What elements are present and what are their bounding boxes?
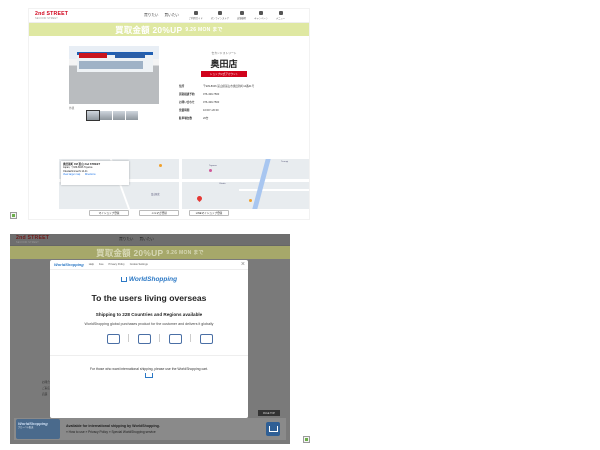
worldshopping-modal: WorldShopping Help Fee Privacy Policy Co… (50, 260, 248, 418)
map-pin-icon[interactable] (195, 194, 204, 203)
newsletter-button[interactable]: メルマガ登録 (139, 210, 179, 216)
footer-bar-text: Available for international shipping by … (66, 424, 160, 434)
worldshopping-logo: WorldShopping (54, 262, 84, 267)
info-row: 買取相談予約 076-439-7500 (179, 91, 254, 99)
nav-sell[interactable]: 買りたい (144, 13, 158, 18)
close-icon[interactable]: × (241, 261, 245, 268)
photo-thumbnails (86, 110, 138, 121)
header-guide[interactable]: ご利用ガイド (189, 11, 203, 20)
line-myshop-button[interactable]: LINEマイショップ登録 (189, 210, 229, 216)
broken-image-icon (303, 436, 310, 443)
modal-subtitle: Shipping to 228 Countries and Regions av… (95, 312, 203, 317)
site-logo: 2nd STREET SECOND STREET (16, 235, 50, 244)
header-campaign[interactable]: キャンペーン (254, 11, 268, 20)
info-row: 駐車場台数 20台 (179, 117, 209, 120)
shop-action-buttons: マイショップ登録 メルマガ登録 LINEマイショップ登録 (89, 210, 229, 216)
view-larger-map-link[interactable]: View larger map (63, 173, 80, 176)
cart-icon[interactable] (145, 373, 153, 379)
global-shipping-icon (168, 332, 182, 344)
privacy-link[interactable]: Privacy Policy (109, 263, 125, 266)
guide-icon (193, 11, 198, 15)
store-icon (239, 11, 244, 15)
worldshopping-footer-bar: WorldShopping グローバル配送 Available for inte… (14, 418, 286, 440)
menu-icon (278, 11, 283, 15)
thumbnail[interactable] (126, 111, 138, 120)
campaign-banner-dimmed: 買取金額 20%UP 9.26 MON まで (10, 246, 290, 259)
store-page-screenshot: 2nd STREET SECOND STREET 買りたい 買いたい ご利用ガイ… (28, 8, 310, 220)
store-info: 住所 〒939-8046 富山県富山市奥田新町14番41号 買取相談予約 076-4… (179, 83, 254, 123)
modal-description: WorldShopping global purchases product f… (84, 322, 214, 326)
store-name: 奥田店 (210, 59, 238, 69)
thumbnail[interactable] (113, 111, 125, 120)
phone-link[interactable]: 076-439-7500 (203, 91, 219, 99)
cart-button[interactable] (266, 422, 280, 436)
thumbnail[interactable] (86, 110, 100, 121)
cookie-settings-link[interactable]: Cookie Settings (130, 263, 148, 266)
footer-links[interactable]: » How to use » Privacy Policy » Special … (66, 430, 156, 434)
info-row: お問い合わせ 076-439-7500 (179, 99, 254, 107)
map-info-card: 奥田新町 FM 富山 2nd STREET Japan, 〒939-8046 T… (61, 161, 129, 185)
header-nav: 買りたい 買いたい (119, 237, 154, 241)
help-link[interactable]: Help (89, 263, 94, 266)
header-store-search[interactable]: 店舗検索 (237, 11, 246, 20)
store-section: 外観 セカンドストリート 奥田店 ショップ公式アカウント 住所 〒939-8046… (29, 36, 309, 144)
worldshopping-footer-logo[interactable]: WorldShopping グローバル配送 (16, 419, 60, 439)
order-icon (106, 332, 120, 344)
broken-image-icon (10, 212, 17, 219)
nav-buy[interactable]: 買いたい (165, 13, 179, 18)
header-online-store[interactable]: オンラインストア (211, 11, 229, 20)
store-photo (69, 46, 159, 104)
site-header: 2nd STREET SECOND STREET 買りたい 買いたい ご利用ガイ… (29, 9, 309, 23)
modal-topbar: WorldShopping Help Fee Privacy Policy Co… (50, 260, 248, 270)
fee-link[interactable]: Fee (99, 263, 103, 266)
modal-title: To the users living overseas (91, 293, 207, 303)
worldshopping-brand: WorldShopping (50, 276, 248, 283)
info-row: 住所 〒939-8046 富山県富山市奥田新町14番41号 (179, 85, 255, 88)
worldshopping-overlay-screenshot: 2nd STREET SECOND STREET 買りたい 買いたい 買取金額 … (10, 234, 290, 444)
phone-link[interactable]: 076-439-7500 (203, 99, 219, 107)
myshop-register-button[interactable]: マイショップ登録 (89, 210, 129, 216)
store-kana: セカンドストリート (211, 51, 237, 55)
cart-icon (120, 277, 127, 282)
header-nav: 買りたい 買いたい (144, 13, 179, 18)
campaign-banner[interactable]: 買取金額 20%UP 9.26 MON まで (29, 23, 309, 36)
modal-note: For those who want international shippin… (89, 367, 209, 371)
header-menu[interactable]: メニュー (276, 11, 285, 20)
info-row: 営業時間 10:00〜20:00 (179, 109, 219, 112)
site-header-dimmed: 2nd STREET SECOND STREET 買りたい 買いたい (10, 234, 290, 246)
photo-caption: 外観 (69, 107, 75, 110)
news-icon (259, 11, 264, 15)
header-icons: ご利用ガイド オンラインストア 店舗検索 キャンペーン メニュー (189, 11, 285, 20)
page-top-button[interactable]: PAGE TOP (258, 410, 280, 416)
delivery-icon (199, 332, 213, 344)
site-logo[interactable]: 2nd STREET SECOND STREET (35, 11, 68, 20)
directions-link[interactable]: Directions (85, 173, 96, 176)
shop-account-button[interactable]: ショップ公式アカウント (201, 71, 247, 77)
thumbnail[interactable] (100, 111, 112, 120)
service-steps (106, 332, 213, 344)
purchase-icon (137, 332, 151, 344)
online-icon (217, 11, 222, 15)
